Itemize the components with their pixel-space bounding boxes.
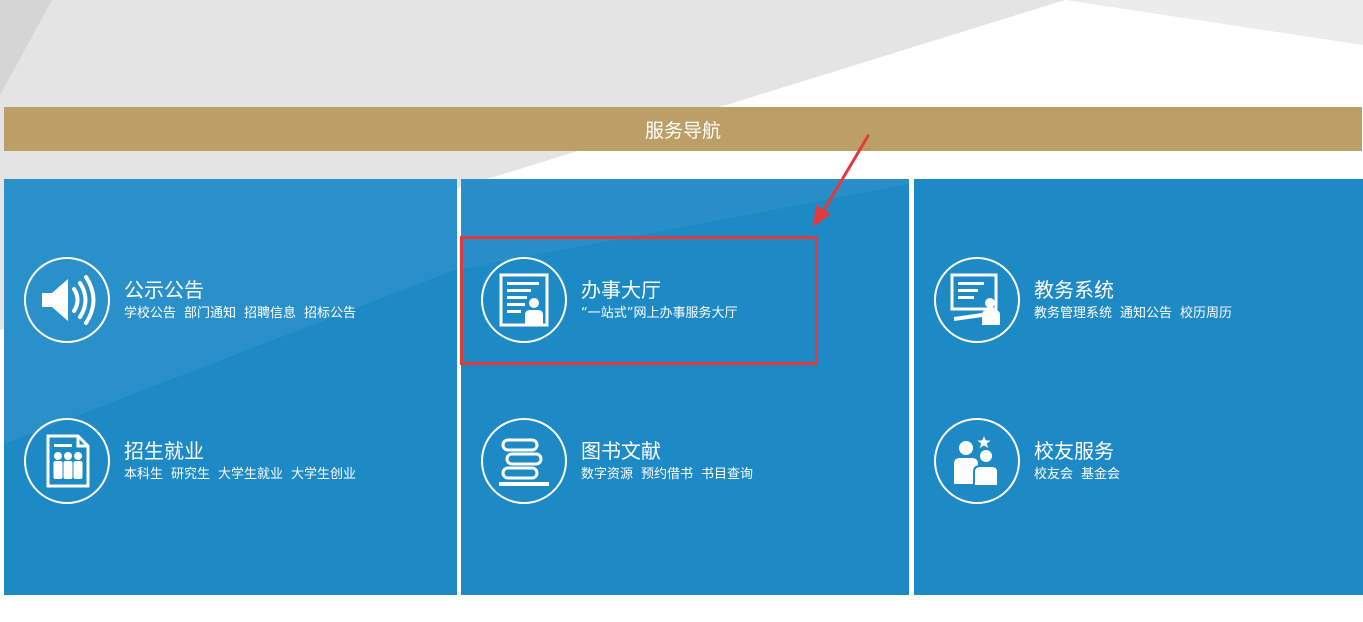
academic-links: 教务管理系统 通知公告 校历周历 [1034,305,1232,323]
link-book-reservation[interactable]: 预约借书 [641,466,693,484]
library-icon-circle [481,418,567,504]
panel-shade [4,179,457,444]
academic-system-item[interactable]: 教务系统 教务管理系统 通知公告 校历周历 [934,254,1354,346]
academic-icon-circle [934,257,1020,343]
admissions-title: 招生就业 [124,439,204,463]
link-tender-announcement[interactable]: 招标公告 [304,305,356,323]
academic-title: 教务系统 [1034,278,1114,302]
admissions-icon-circle [24,418,110,504]
announcements-title: 公示公告 [124,278,204,302]
speaker-icon [42,275,96,325]
announcements-item[interactable]: 公示公告 学校公告 部门通知 招聘信息 招标公告 [24,254,444,346]
service-hall-subtitle[interactable]: “一站式”网上办事服务大厅 [581,305,737,323]
link-alumni-association[interactable]: 校友会 [1034,466,1073,484]
service-hall-links: “一站式”网上办事服务大厅 [581,305,737,323]
link-school-announcement[interactable]: 学校公告 [124,305,176,323]
service-navigation-title: 服务导航 [644,119,721,142]
service-hall-icon-circle [481,257,567,343]
announcements-icon-circle [24,257,110,343]
link-undergraduate[interactable]: 本科生 [124,466,163,484]
link-recruitment-info[interactable]: 招聘信息 [244,305,296,323]
library-links: 数字资源 预约借书 书目查询 [581,466,753,484]
link-postgraduate[interactable]: 研究生 [171,466,210,484]
link-academic-management[interactable]: 教务管理系统 [1034,305,1112,323]
panel-left: 公示公告 学校公告 部门通知 招聘信息 招标公告 招生就业 本科生 研究生 大学… [4,179,457,595]
alumni-icon [954,436,999,487]
panel-middle: 办事大厅 “一站式”网上办事服务大厅 图书文献 数字资源 预约借书 书目查询 [461,179,909,595]
panel-shade [461,179,909,269]
teacher-board-icon [950,273,1000,325]
library-title: 图书文献 [581,439,661,463]
annotation-arrow-icon [813,134,870,227]
link-department-notice[interactable]: 部门通知 [184,305,236,323]
link-graduate-employment[interactable]: 大学生就业 [218,466,283,484]
link-student-entrepreneurship[interactable]: 大学生创业 [291,466,356,484]
link-catalog-search[interactable]: 书目查询 [701,466,753,484]
alumni-icon-circle [934,418,1020,504]
admissions-employment-item[interactable]: 招生就业 本科生 研究生 大学生就业 大学生创业 [24,415,444,507]
announcements-links: 学校公告 部门通知 招聘信息 招标公告 [124,305,356,323]
books-icon [499,438,549,486]
library-item[interactable]: 图书文献 数字资源 预约借书 书目查询 [481,415,901,507]
link-notices[interactable]: 通知公告 [1120,305,1172,323]
admissions-links: 本科生 研究生 大学生就业 大学生创业 [124,466,356,484]
service-navigation-bar: 服务导航 [4,107,1362,151]
people-board-icon [46,434,90,488]
alumni-links: 校友会 基金会 [1034,466,1120,484]
link-school-calendar[interactable]: 校历周历 [1180,305,1232,323]
service-hall-title: 办事大厅 [581,278,661,302]
panel-right: 教务系统 教务管理系统 通知公告 校历周历 校友服务 校友会 基金会 [914,179,1363,595]
link-digital-resources[interactable]: 数字资源 [581,466,633,484]
service-hall-item[interactable]: 办事大厅 “一站式”网上办事服务大厅 [481,254,901,346]
alumni-title: 校友服务 [1034,439,1114,463]
link-foundation[interactable]: 基金会 [1081,466,1120,484]
alumni-service-item[interactable]: 校友服务 校友会 基金会 [934,415,1354,507]
service-hall-icon [499,273,549,327]
